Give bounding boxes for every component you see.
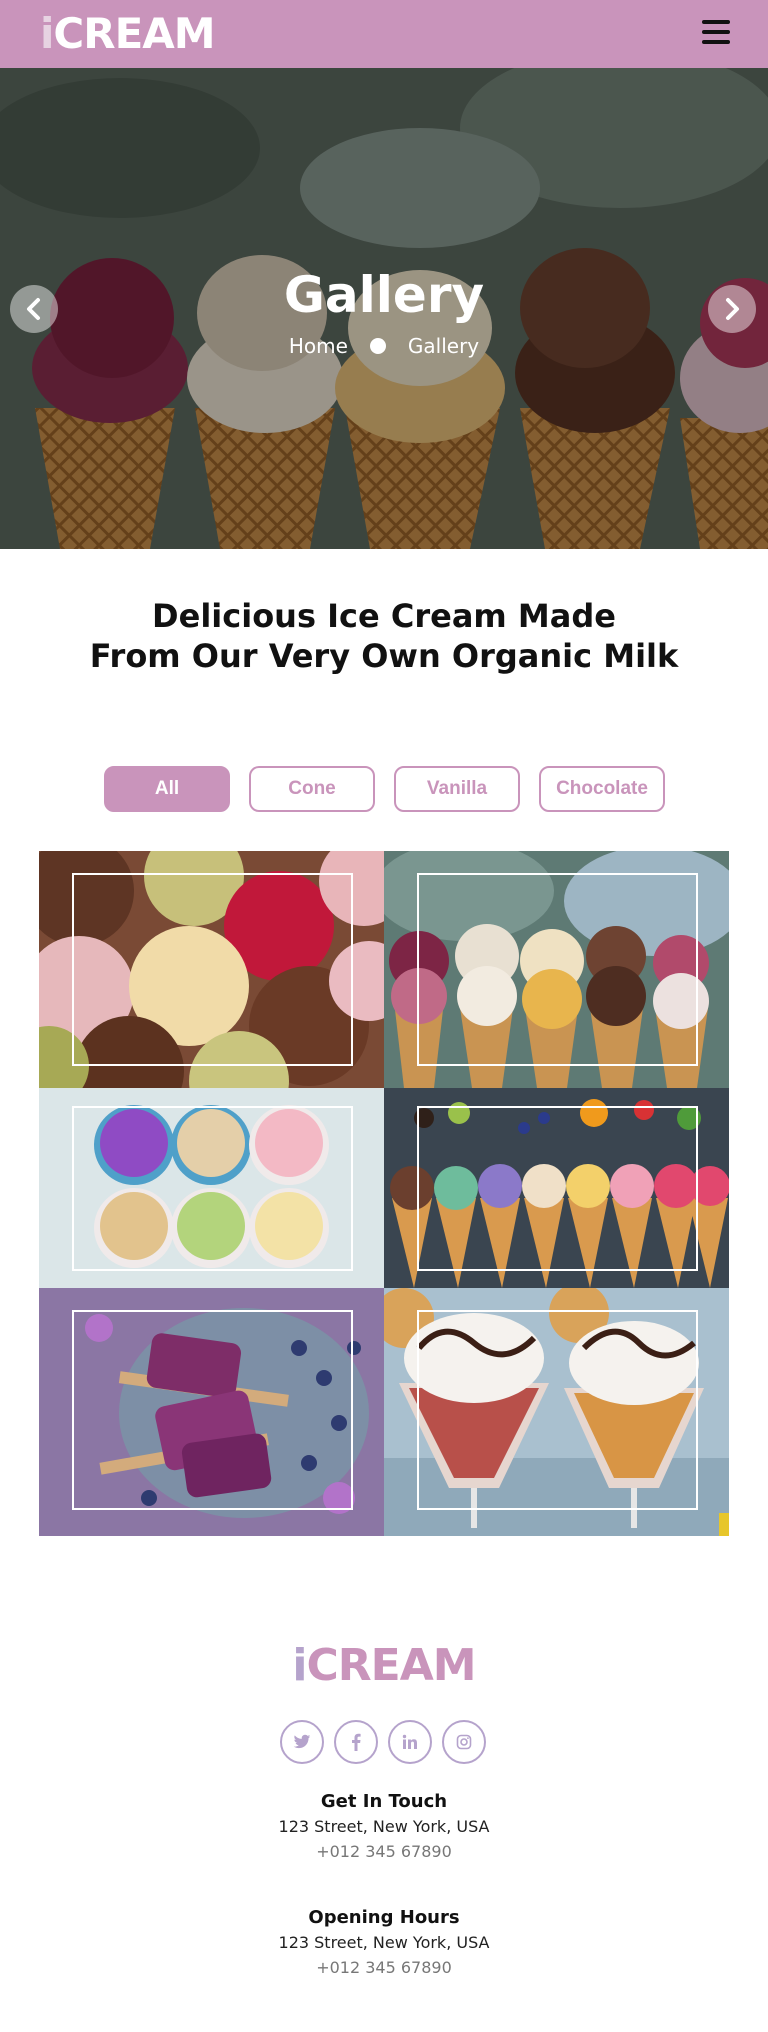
social-links	[280, 1720, 488, 1764]
facebook-icon[interactable]	[334, 1720, 378, 1764]
brand-logo-i: i	[40, 9, 54, 58]
contact-phone[interactable]: +012 345 67890	[0, 1842, 768, 1861]
gallery-hover-frame	[417, 1106, 698, 1271]
twitter-icon[interactable]	[280, 1720, 324, 1764]
instagram-icon[interactable]	[442, 1720, 486, 1764]
breadcrumb: Home Gallery	[0, 334, 768, 358]
footer-logo[interactable]: iCREAM	[0, 1640, 768, 1691]
menu-toggle-icon[interactable]	[700, 20, 732, 48]
filter-vanilla-button[interactable]: Vanilla	[394, 766, 520, 812]
brand-logo-text: CREAM	[53, 9, 215, 58]
gallery-hover-frame	[417, 873, 698, 1066]
hero-carousel: Gallery Home Gallery	[0, 68, 768, 549]
section-heading-line-1: Delicious Ice Cream Made	[152, 597, 616, 635]
hours-phone[interactable]: +012 345 67890	[0, 1958, 768, 1977]
contact-heading: Get In Touch	[320, 1791, 448, 1812]
brand-logo[interactable]: iCREAM	[40, 8, 216, 60]
gallery-filter-bar: All Cone Vanilla Chocolate	[0, 766, 768, 812]
gallery-hover-frame	[72, 1106, 353, 1271]
gallery-grid	[39, 851, 729, 1536]
page-title: Gallery	[283, 266, 485, 324]
gallery-item[interactable]	[384, 1088, 729, 1288]
gallery-hover-frame	[417, 1310, 698, 1510]
section-heading-line-2: From Our Very Own Organic Milk	[89, 637, 679, 675]
breadcrumb-current: Gallery	[407, 334, 480, 358]
gallery-item[interactable]	[384, 851, 729, 1088]
section-heading: Delicious Ice Cream Made From Our Very O…	[0, 596, 768, 676]
gallery-item[interactable]	[39, 1288, 384, 1536]
gallery-item[interactable]	[39, 1088, 384, 1288]
filter-all-button[interactable]: All	[104, 766, 230, 812]
contact-address: 123 Street, New York, USA	[278, 1817, 490, 1836]
gallery-hover-frame	[72, 873, 353, 1066]
hours-heading: Opening Hours	[308, 1907, 460, 1928]
footer-logo-text: CREAM	[306, 1640, 477, 1691]
navbar: iCREAM	[0, 0, 768, 68]
filter-cone-button[interactable]: Cone	[249, 766, 375, 812]
hours-address: 123 Street, New York, USA	[278, 1933, 490, 1952]
filter-chocolate-button[interactable]: Chocolate	[539, 766, 665, 812]
gallery-hover-frame	[72, 1310, 353, 1510]
breadcrumb-separator-icon	[369, 338, 386, 354]
footer-logo-i: i	[292, 1640, 307, 1691]
gallery-item[interactable]	[39, 851, 384, 1088]
breadcrumb-home-link[interactable]: Home	[289, 334, 348, 358]
linkedin-icon[interactable]	[388, 1720, 432, 1764]
gallery-item[interactable]	[384, 1288, 729, 1536]
